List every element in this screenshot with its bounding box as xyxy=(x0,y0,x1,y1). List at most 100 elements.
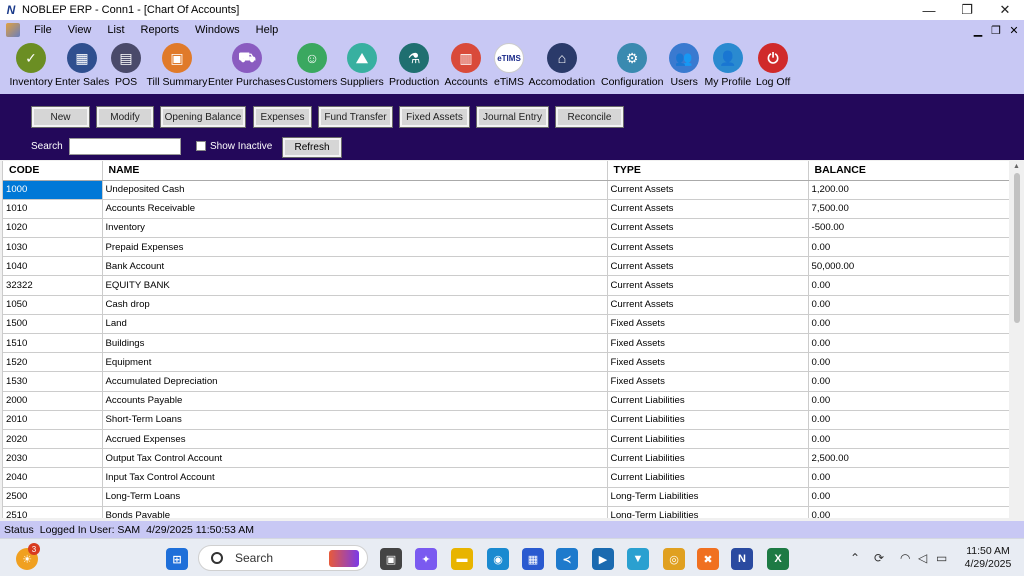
system-clock[interactable]: 11:50 AM 4/29/2025 xyxy=(960,545,1016,571)
toolbar-pos-button[interactable]: ▤ POS xyxy=(111,40,141,94)
excel-icon[interactable]: X xyxy=(767,548,789,570)
cell-balance[interactable]: 0.00 xyxy=(808,391,1009,411)
cell-name[interactable]: Input Tax Control Account xyxy=(102,467,608,488)
cell-code[interactable]: 1510 xyxy=(3,333,103,354)
show-inactive-checkbox[interactable] xyxy=(196,141,206,151)
copilot-icon[interactable]: ✦ xyxy=(415,548,437,570)
table-row[interactable]: 2040 Input Tax Control Account Current Lia… xyxy=(3,467,1009,488)
cell-name[interactable]: EQUITY BANK xyxy=(102,275,608,296)
cell-code[interactable]: 1030 xyxy=(3,237,103,258)
toolbar-enter-sales-button[interactable]: ▦ Enter Sales xyxy=(55,40,109,94)
table-row[interactable]: 1010 Accounts Receivable Current Assets 7,5… xyxy=(3,199,1009,219)
cell-balance[interactable]: 0.00 xyxy=(808,487,1009,507)
toolbar-configuration-button[interactable]: ⚙ Configuration xyxy=(601,40,663,94)
toolbar-etims-button[interactable]: eTIMS eTiMS xyxy=(494,40,524,94)
cell-balance[interactable]: 1,200.00 xyxy=(808,180,1009,200)
cell-type[interactable]: Fixed Assets xyxy=(607,314,809,335)
cell-code[interactable]: 1050 xyxy=(3,295,103,315)
cell-code[interactable]: 32322 xyxy=(3,275,103,296)
mdi-minimize-button[interactable]: ▁ xyxy=(968,20,988,40)
table-row[interactable]: 1050 Cash drop Current Assets 0.00 xyxy=(3,295,1009,315)
noblep-erp-icon[interactable]: N xyxy=(731,548,753,570)
cell-balance[interactable]: 0.00 xyxy=(808,314,1009,335)
toolbar-accounts-button[interactable]: ▥ Accounts xyxy=(445,40,488,94)
cell-code[interactable]: 1020 xyxy=(3,218,103,239)
cell-balance[interactable]: 0.00 xyxy=(808,429,1009,450)
tray-overflow-icon[interactable]: ⌃ xyxy=(850,551,860,565)
cell-code[interactable]: 1500 xyxy=(3,314,103,335)
taskbar-search-box[interactable]: Search xyxy=(198,545,368,571)
search-input[interactable] xyxy=(69,138,181,155)
cell-name[interactable]: Buildings xyxy=(102,333,608,354)
toolbar-production-button[interactable]: ⚗ Production xyxy=(389,40,439,94)
cell-balance[interactable]: 0.00 xyxy=(808,275,1009,296)
cell-code[interactable]: 2040 xyxy=(3,467,103,488)
cell-name[interactable]: Land xyxy=(102,314,608,335)
table-row[interactable]: 1030 Prepaid Expenses Current Assets 0.00 xyxy=(3,237,1009,258)
cell-name[interactable]: Prepaid Expenses xyxy=(102,237,608,258)
minimize-button[interactable]: — xyxy=(910,0,948,20)
file-explorer-icon[interactable]: ▬ xyxy=(451,548,473,570)
toolbar-customers-button[interactable]: ☺ Customers xyxy=(287,40,337,94)
cell-balance[interactable]: 0.00 xyxy=(808,506,1009,518)
menu-reports[interactable]: Reports xyxy=(133,24,188,36)
fund-transfer-button[interactable]: Fund Transfer xyxy=(318,106,393,128)
cell-code[interactable]: 1530 xyxy=(3,371,103,392)
close-button[interactable]: ✕ xyxy=(986,0,1024,20)
column-header-balance[interactable]: BALANCE xyxy=(808,161,1009,181)
cell-balance[interactable]: 0.00 xyxy=(808,295,1009,315)
menu-view[interactable]: View xyxy=(60,24,100,36)
cell-code[interactable]: 1000 xyxy=(3,180,103,200)
grid-vertical-scrollbar[interactable]: ▲ xyxy=(1010,161,1024,518)
toolbar-suppliers-button[interactable]: ⛰ Suppliers xyxy=(340,40,384,94)
battery-icon[interactable]: ▭ xyxy=(936,551,947,565)
cell-balance[interactable]: 50,000.00 xyxy=(808,256,1009,277)
cell-balance[interactable]: -500.00 xyxy=(808,218,1009,239)
table-row[interactable]: 2510 Bonds Payable Long-Term Liabilities 0.… xyxy=(3,506,1009,518)
cell-name[interactable]: Bank Account xyxy=(102,256,608,277)
cell-balance[interactable]: 0.00 xyxy=(808,237,1009,258)
cell-balance[interactable]: 0.00 xyxy=(808,371,1009,392)
cell-name[interactable]: Cash drop xyxy=(102,295,608,315)
cell-type[interactable]: Current Assets xyxy=(607,256,809,277)
menu-help[interactable]: Help xyxy=(248,24,287,36)
cell-type[interactable]: Current Assets xyxy=(607,295,809,315)
cell-name[interactable]: Accounts Receivable xyxy=(102,199,608,219)
mdi-restore-button[interactable]: ❐ xyxy=(986,20,1006,40)
cell-type[interactable]: Current Liabilities xyxy=(607,448,809,469)
table-row[interactable]: 1500 Land Fixed Assets 0.00 xyxy=(3,314,1009,335)
store-icon[interactable]: ▦ xyxy=(522,548,544,570)
cell-type[interactable]: Long-Term Liabilities xyxy=(607,487,809,507)
cell-balance[interactable]: 0.00 xyxy=(808,410,1009,430)
toolbar-users-button[interactable]: 👥 Users xyxy=(669,40,699,94)
column-header-name[interactable]: NAME xyxy=(102,161,608,181)
mdi-close-button[interactable]: ✕ xyxy=(1004,20,1024,40)
table-row[interactable]: 2000 Accounts Payable Current Liabilities 0… xyxy=(3,391,1009,411)
cell-code[interactable]: 1010 xyxy=(3,199,103,219)
vpn-icon[interactable]: ▼ xyxy=(627,548,649,570)
cell-balance[interactable]: 0.00 xyxy=(808,333,1009,354)
xampp-icon[interactable]: ✖ xyxy=(697,548,719,570)
edge-icon[interactable]: ◉ xyxy=(487,548,509,570)
cell-name[interactable]: Accumulated Depreciation xyxy=(102,371,608,392)
cell-type[interactable]: Current Assets xyxy=(607,180,809,200)
modify-button[interactable]: Modify xyxy=(96,106,154,128)
table-row[interactable]: 1530 Accumulated Depreciation Fixed Assets… xyxy=(3,371,1009,392)
toolbar-my-profile-button[interactable]: 👤 My Profile xyxy=(705,40,751,94)
expenses-button[interactable]: Expenses xyxy=(253,106,312,128)
cell-code[interactable]: 2020 xyxy=(3,429,103,450)
cell-name[interactable]: Equipment xyxy=(102,352,608,373)
table-row[interactable]: 1040 Bank Account Current Assets 50,000.00 xyxy=(3,256,1009,277)
scrollbar-thumb[interactable] xyxy=(1014,173,1020,323)
cell-name[interactable]: Undeposited Cash xyxy=(102,180,608,200)
table-row[interactable]: 2500 Long-Term Loans Long-Term Liabilities… xyxy=(3,487,1009,507)
menu-list[interactable]: List xyxy=(99,24,132,36)
cell-type[interactable]: Long-Term Liabilities xyxy=(607,506,809,518)
cell-name[interactable]: Output Tax Control Account xyxy=(102,448,608,469)
cell-code[interactable]: 2030 xyxy=(3,448,103,469)
cell-name[interactable]: Bonds Payable xyxy=(102,506,608,518)
sync-icon[interactable]: ⟳ xyxy=(874,551,884,565)
vscode-icon[interactable]: ≺ xyxy=(556,548,578,570)
mdi-child-icon[interactable] xyxy=(6,23,20,37)
media-player-icon[interactable]: ▶ xyxy=(592,548,614,570)
